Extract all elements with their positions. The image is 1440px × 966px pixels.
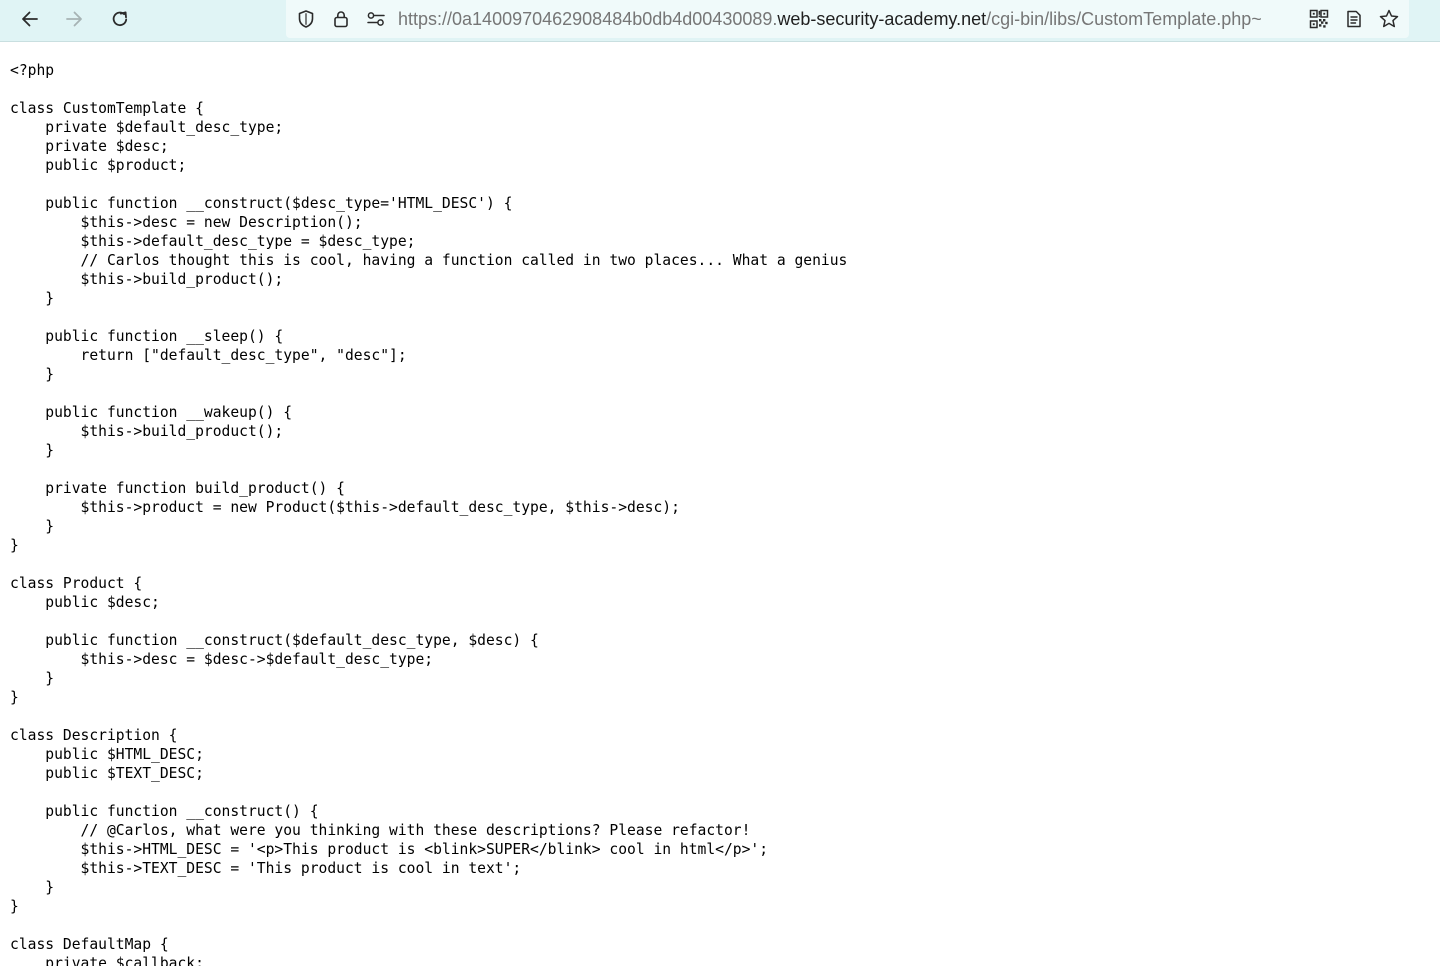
- php-source-code: <?php class CustomTemplate { private $de…: [10, 62, 848, 966]
- reader-view-icon[interactable]: [1341, 6, 1367, 32]
- reload-icon: [110, 9, 130, 29]
- reload-button[interactable]: [103, 4, 137, 34]
- shield-icon[interactable]: [294, 7, 318, 31]
- url-text[interactable]: https://0a1400970462908484b0db4d00430089…: [398, 8, 1294, 30]
- url-path: /cgi-bin/libs/CustomTemplate.php~: [986, 9, 1262, 29]
- url-bar[interactable]: https://0a1400970462908484b0db4d00430089…: [286, 0, 1409, 38]
- url-prefix: https://0a1400970462908484b0db4d00430089…: [398, 9, 778, 29]
- qr-code-icon[interactable]: [1306, 6, 1332, 32]
- browser-toolbar: https://0a1400970462908484b0db4d00430089…: [0, 0, 1440, 42]
- lock-icon[interactable]: [329, 7, 353, 31]
- back-button[interactable]: [13, 4, 47, 34]
- permissions-sliders-icon[interactable]: [364, 7, 388, 31]
- arrow-left-icon: [20, 9, 40, 29]
- url-domain: web-security-academy.net: [777, 9, 987, 29]
- arrow-right-icon: [64, 9, 84, 29]
- star-icon[interactable]: [1376, 6, 1402, 32]
- forward-button[interactable]: [57, 4, 91, 34]
